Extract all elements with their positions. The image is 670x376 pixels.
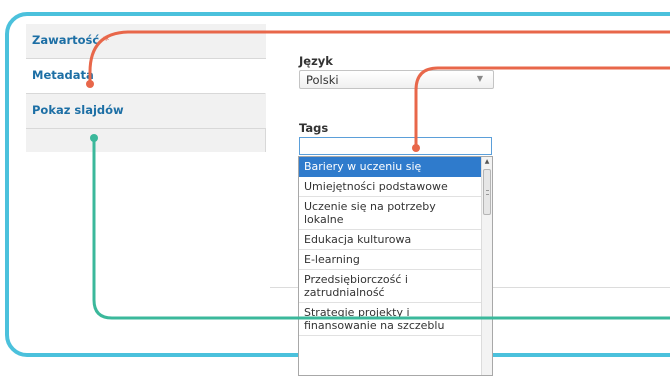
tags-option[interactable]: Umiejętności podstawowe — [299, 177, 481, 197]
tags-label: Tags — [299, 121, 329, 135]
tags-option[interactable]: Przedsiębiorczość i zatrudnialność — [299, 270, 481, 303]
scrollbar-thumb[interactable] — [483, 169, 491, 215]
vertical-tabs: Zawartość * Metadata Pokaz slajdów — [26, 24, 266, 152]
tab-pokaz-slajdow-label: Pokaz slajdów — [32, 103, 124, 117]
scroll-up-icon[interactable]: ▲ — [482, 157, 492, 167]
tab-metadata-label: Metadata — [32, 68, 94, 82]
tags-option[interactable]: E-learning — [299, 250, 481, 270]
dropdown-scrollbar[interactable]: ▲ — [481, 157, 492, 375]
language-label: Język — [299, 54, 333, 68]
tags-input[interactable] — [299, 137, 492, 155]
tags-option[interactable]: Bariery w uczeniu się — [299, 157, 481, 177]
tab-zawartosc[interactable]: Zawartość * — [26, 24, 266, 59]
required-mark: * — [103, 33, 109, 47]
tab-pokaz-slajdow[interactable]: Pokaz slajdów — [26, 94, 266, 129]
language-select[interactable]: Polski ▼ — [299, 70, 494, 89]
tags-option[interactable]: Strategie projekty i finansowanie na szc… — [299, 303, 481, 336]
tags-option[interactable]: Edukacja kulturowa — [299, 230, 481, 250]
tags-autocomplete-list[interactable]: Bariery w uczeniu się Umiejętności podst… — [298, 156, 493, 376]
language-select-value: Polski — [306, 73, 339, 87]
chevron-down-icon: ▼ — [476, 74, 483, 83]
tab-zawartosc-label: Zawartość — [32, 33, 100, 47]
tab-metadata[interactable]: Metadata — [26, 59, 266, 94]
grip-icon — [486, 190, 489, 195]
tags-option[interactable]: Uczenie się na potrzeby lokalne — [299, 197, 481, 230]
